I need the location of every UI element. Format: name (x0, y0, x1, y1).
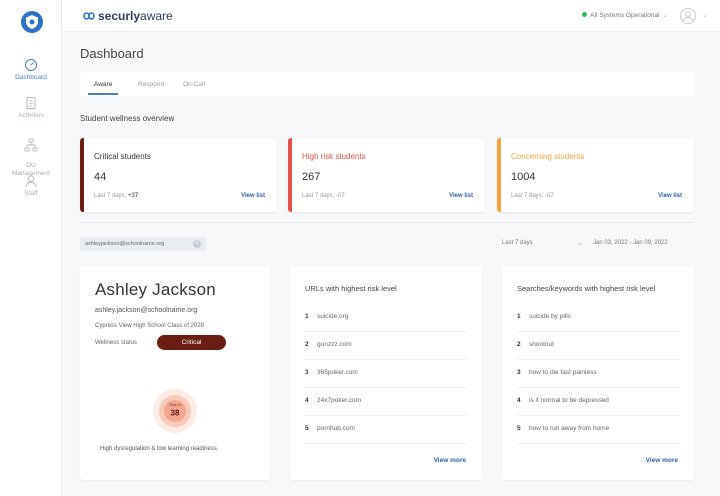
stat-trend-label: Last 7 days: (302, 193, 335, 199)
stat-label: Critical students (94, 152, 151, 161)
stat-label: Concerning students (511, 152, 585, 161)
student-filter-chip[interactable]: ashleyjackson@schoolname.org × (80, 237, 206, 251)
student-name: Ashley Jackson (95, 280, 216, 299)
tab-bar: Aware Respond On-Call (80, 72, 694, 96)
list-item[interactable]: 3 365poker.com (305, 360, 467, 388)
tab-aware[interactable]: Aware (87, 81, 119, 95)
overview-title: Student wellness overview (80, 114, 175, 123)
gauge-icon (25, 59, 37, 71)
stat-trend: Last 7 days: -07 (511, 193, 554, 199)
list-item[interactable]: 5 how to run away from home (517, 416, 679, 444)
list-item[interactable]: 5 pornhub.com (305, 416, 467, 444)
view-list-link[interactable]: View list (658, 193, 682, 199)
date-range-select[interactable]: Last 7 days (502, 240, 533, 246)
search-list: 1 suicide by pills 2 shootout 3 how to die … (517, 304, 679, 444)
section-divider (80, 222, 694, 223)
list-item[interactable]: 3 how to die fast painless (517, 360, 679, 388)
top-bar: securlyaware All Systems Operational ⌄ ⌄ (62, 0, 720, 32)
user-menu-chevron-icon[interactable]: ⌄ (702, 11, 708, 19)
status-text: All Systems Operational (590, 12, 660, 19)
stat-value: 267 (302, 171, 321, 183)
user-avatar-icon[interactable] (680, 8, 696, 24)
stat-label: High risk students (302, 152, 366, 161)
student-profile-card: Ashley Jackson ashley.jackson@schoolname… (80, 266, 270, 480)
stat-value: 1004 (511, 171, 536, 183)
risk-searches-card: Searches/keywords with highest risk leve… (502, 266, 694, 480)
shield-logo-icon[interactable] (21, 11, 43, 33)
risk-score-value: 38 (171, 409, 180, 418)
view-more-link[interactable]: View more (434, 457, 466, 464)
card-title: URLs with highest risk level (305, 284, 397, 293)
brand-name-light: aware (140, 9, 173, 23)
stat-trend: Last 7 days: +37 (94, 193, 138, 199)
chevron-down-icon[interactable]: ⌄ (577, 240, 582, 247)
sidebar-item-activities[interactable]: Activities (0, 96, 62, 120)
list-item[interactable]: 1 suicide.org (305, 304, 467, 332)
stat-trend-value: +37 (128, 193, 139, 199)
wellness-status-label: Wellness status (95, 340, 137, 346)
url-list: 1 suicide.org 2 gunzzz.com 3 365poker.com 4… (305, 304, 467, 444)
view-list-link[interactable]: View list (449, 193, 473, 199)
stat-trend-label: Last 7 days: (511, 193, 544, 199)
chip-label: ashleyjackson@schoolname.org (85, 241, 165, 247)
stat-value: 44 (94, 171, 107, 183)
date-range-text: Jan 03, 2022 - Jan 09, 2022 (593, 240, 668, 246)
sidebar-item-label: Activities (18, 112, 44, 119)
document-icon (26, 97, 36, 109)
stat-card-concerning: Concerning students 1004 Last 7 days: -0… (497, 138, 694, 212)
stat-trend-value: -07 (336, 193, 345, 199)
risk-score-gauge: Risk ix 38 (152, 388, 198, 434)
list-item[interactable]: 1 suicide by pills (517, 304, 679, 332)
brand-name-bold: securly (98, 9, 141, 23)
page-title: Dashboard (80, 46, 144, 61)
risk-caption: High dysregulation & low learning readin… (100, 446, 219, 452)
sidebar: Dashboard Activities OU Management Staff (0, 0, 62, 496)
card-title: Searches/keywords with highest risk leve… (517, 284, 656, 293)
sidebar-item-staff[interactable]: Staff (0, 174, 62, 198)
status-dot-icon (582, 12, 588, 17)
stat-trend: Last 7 days: -07 (302, 193, 345, 199)
tab-respond[interactable]: Respond (138, 81, 164, 88)
sidebar-item-label: Staff (24, 190, 38, 197)
stat-trend-value: -07 (545, 193, 554, 199)
risk-urls-card: URLs with highest risk level 1 suicide.or… (290, 266, 482, 480)
sidebar-item-ou-management[interactable]: OU Management (0, 130, 62, 178)
sidebar-item-dashboard[interactable]: Dashboard (0, 50, 62, 90)
chevron-down-icon: ⌄ (662, 12, 668, 19)
close-icon[interactable]: × (193, 240, 201, 248)
tab-on-call[interactable]: On-Call (183, 81, 205, 88)
person-icon (25, 175, 37, 188)
stat-color-bar (288, 138, 292, 212)
securly-logo-icon (83, 12, 95, 20)
stat-card-high-risk: High risk students 267 Last 7 days: -07 … (288, 138, 485, 212)
list-item[interactable]: 4 is it normal to be depressed (517, 388, 679, 416)
stat-color-bar (80, 138, 84, 212)
wellness-status-badge: Critical (157, 335, 226, 350)
org-tree-icon (24, 138, 38, 152)
stat-card-critical: Critical students 44 Last 7 days: +37 Vi… (80, 138, 277, 212)
stat-trend-label: Last 7 days: (94, 193, 127, 199)
stat-color-bar (497, 138, 501, 212)
system-status[interactable]: All Systems Operational ⌄ (582, 11, 668, 19)
view-more-link[interactable]: View more (646, 457, 678, 464)
risk-score-label: Risk ix (169, 402, 181, 407)
view-list-link[interactable]: View list (241, 193, 265, 199)
list-item[interactable]: 2 shootout (517, 332, 679, 360)
list-item[interactable]: 4 24x7poker.com (305, 388, 467, 416)
student-email: ashley.jackson@schoolname.org (95, 307, 198, 314)
brand-logo[interactable]: securlyaware (82, 9, 173, 23)
list-item[interactable]: 2 gunzzz.com (305, 332, 467, 360)
sidebar-item-label: Dashboard (15, 74, 47, 81)
student-school: Cypress View High School Class of 2028 (95, 323, 204, 329)
